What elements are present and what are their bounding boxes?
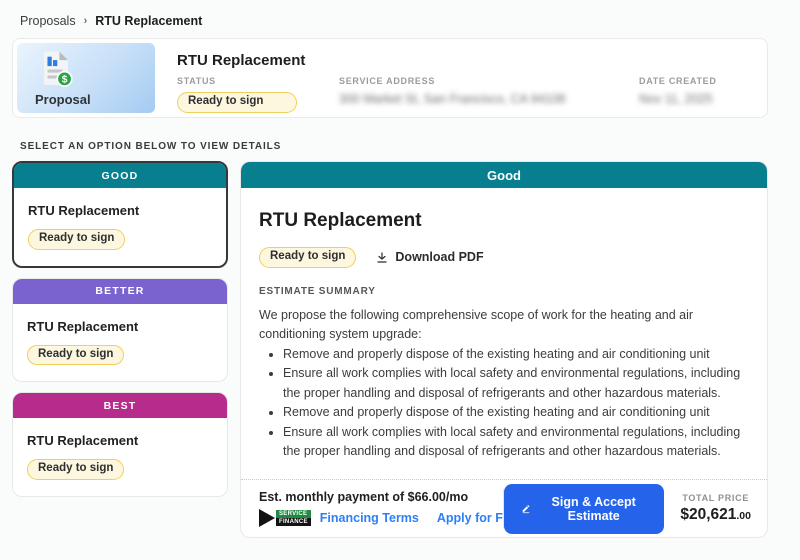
proposal-page: Proposals › RTU Replacement $ Proposal R… bbox=[0, 0, 800, 538]
proposal-tile-label: Proposal bbox=[35, 92, 91, 107]
estimate-status-badge: Ready to sign bbox=[259, 247, 356, 268]
sign-button-label: Sign & Accept Estimate bbox=[540, 495, 647, 523]
proposal-tile: $ Proposal bbox=[17, 43, 155, 113]
financing-terms-link[interactable]: Financing Terms bbox=[320, 511, 419, 525]
download-pdf-label: Download PDF bbox=[395, 250, 483, 264]
proposal-header-card: $ Proposal RTU Replacement STATUS Ready … bbox=[12, 38, 768, 118]
date-created-field: DATE CREATED Nov 11, 2025 bbox=[639, 76, 717, 113]
status-field: STATUS Ready to sign bbox=[177, 76, 297, 113]
service-finance-logo: SERVICE FINANCE bbox=[259, 509, 311, 527]
panel-tier-header: Good bbox=[241, 162, 767, 188]
status-badge: Ready to sign bbox=[177, 92, 297, 113]
estimate-meta-row: Ready to sign Download PDF bbox=[259, 247, 749, 268]
service-address-field: SERVICE ADDRESS 300 Market St, San Franc… bbox=[339, 76, 597, 113]
estimate-detail-panel: Good RTU Replacement Ready to sign Downl… bbox=[240, 161, 768, 538]
service-finance-logo-line2: FINANCE bbox=[276, 518, 311, 526]
estimate-bullet-list: Remove and properly dispose of the exist… bbox=[259, 345, 749, 462]
estimate-intro: We propose the following comprehensive s… bbox=[259, 306, 749, 345]
breadcrumb-proposals-link[interactable]: Proposals bbox=[20, 14, 76, 28]
sign-accept-estimate-button[interactable]: Sign & Accept Estimate bbox=[504, 484, 664, 534]
estimate-bullet: Remove and properly dispose of the exist… bbox=[283, 403, 749, 423]
total-price-label: TOTAL PRICE bbox=[680, 493, 751, 503]
service-finance-logo-line1: SERVICE bbox=[276, 510, 311, 518]
total-price-cents: .00 bbox=[736, 510, 751, 522]
option-good-header: GOOD bbox=[14, 163, 226, 188]
estimate-summary-label: ESTIMATE SUMMARY bbox=[259, 286, 749, 297]
option-best-body: RTU Replacement Ready to sign bbox=[13, 418, 227, 496]
service-finance-logo-text: SERVICE FINANCE bbox=[276, 510, 311, 526]
content-columns: GOOD RTU Replacement Ready to sign BETTE… bbox=[12, 161, 768, 538]
option-better-status-badge: Ready to sign bbox=[27, 345, 124, 366]
proposal-title: RTU Replacement bbox=[177, 52, 741, 69]
estimate-footer: Est. monthly payment of $66.00/mo SERVIC… bbox=[241, 479, 767, 537]
breadcrumb: Proposals › RTU Replacement bbox=[0, 0, 800, 38]
service-finance-triangle-icon bbox=[259, 509, 275, 527]
signature-pen-icon bbox=[521, 502, 531, 515]
monthly-payment-text: Est. monthly payment of $66.00/mo bbox=[259, 490, 503, 504]
panel-body: RTU Replacement Ready to sign Download P… bbox=[241, 188, 767, 479]
select-option-label: SELECT AN OPTION BELOW TO VIEW DETAILS bbox=[20, 141, 768, 152]
option-good-status-badge: Ready to sign bbox=[28, 229, 125, 250]
option-better-body: RTU Replacement Ready to sign bbox=[13, 304, 227, 382]
option-best-title: RTU Replacement bbox=[27, 433, 213, 448]
option-card-good[interactable]: GOOD RTU Replacement Ready to sign bbox=[12, 161, 228, 268]
estimate-bullet: Remove and properly dispose of the exist… bbox=[283, 345, 749, 365]
total-price-block: TOTAL PRICE $20,621.00 bbox=[680, 493, 751, 524]
financing-section: Est. monthly payment of $66.00/mo SERVIC… bbox=[241, 480, 503, 537]
proposal-header-fields: STATUS Ready to sign SERVICE ADDRESS 300… bbox=[177, 76, 741, 113]
service-address-label: SERVICE ADDRESS bbox=[339, 76, 597, 86]
download-pdf-link[interactable]: Download PDF bbox=[376, 250, 483, 264]
service-address-value: 300 Market St, San Francisco, CA 94108 bbox=[339, 92, 597, 106]
download-icon bbox=[376, 251, 388, 264]
svg-text:$: $ bbox=[62, 75, 68, 86]
sign-section: Sign & Accept Estimate TOTAL PRICE $20,6… bbox=[504, 480, 767, 537]
date-created-value: Nov 11, 2025 bbox=[639, 92, 717, 106]
proposal-document-icon: $ bbox=[35, 49, 77, 90]
date-created-label: DATE CREATED bbox=[639, 76, 717, 86]
option-best-status-badge: Ready to sign bbox=[27, 459, 124, 480]
total-price-value: $20,621.00 bbox=[680, 506, 751, 524]
option-list: GOOD RTU Replacement Ready to sign BETTE… bbox=[12, 161, 228, 497]
option-best-header: BEST bbox=[13, 393, 227, 418]
option-card-best[interactable]: BEST RTU Replacement Ready to sign bbox=[12, 392, 228, 497]
option-good-title: RTU Replacement bbox=[28, 203, 212, 218]
proposal-header-main: RTU Replacement STATUS Ready to sign SER… bbox=[155, 43, 763, 113]
option-better-title: RTU Replacement bbox=[27, 319, 213, 334]
estimate-bullet: Ensure all work complies with local safe… bbox=[283, 364, 749, 403]
breadcrumb-current: RTU Replacement bbox=[95, 14, 202, 28]
option-better-header: BETTER bbox=[13, 279, 227, 304]
option-card-better[interactable]: BETTER RTU Replacement Ready to sign bbox=[12, 278, 228, 383]
status-label: STATUS bbox=[177, 76, 297, 86]
option-good-body: RTU Replacement Ready to sign bbox=[14, 188, 226, 266]
chevron-right-icon: › bbox=[84, 15, 88, 27]
financing-links-row: SERVICE FINANCE Financing Terms Apply fo… bbox=[259, 509, 503, 527]
estimate-bullet: Ensure all work complies with local safe… bbox=[283, 423, 749, 462]
estimate-title: RTU Replacement bbox=[259, 210, 749, 232]
